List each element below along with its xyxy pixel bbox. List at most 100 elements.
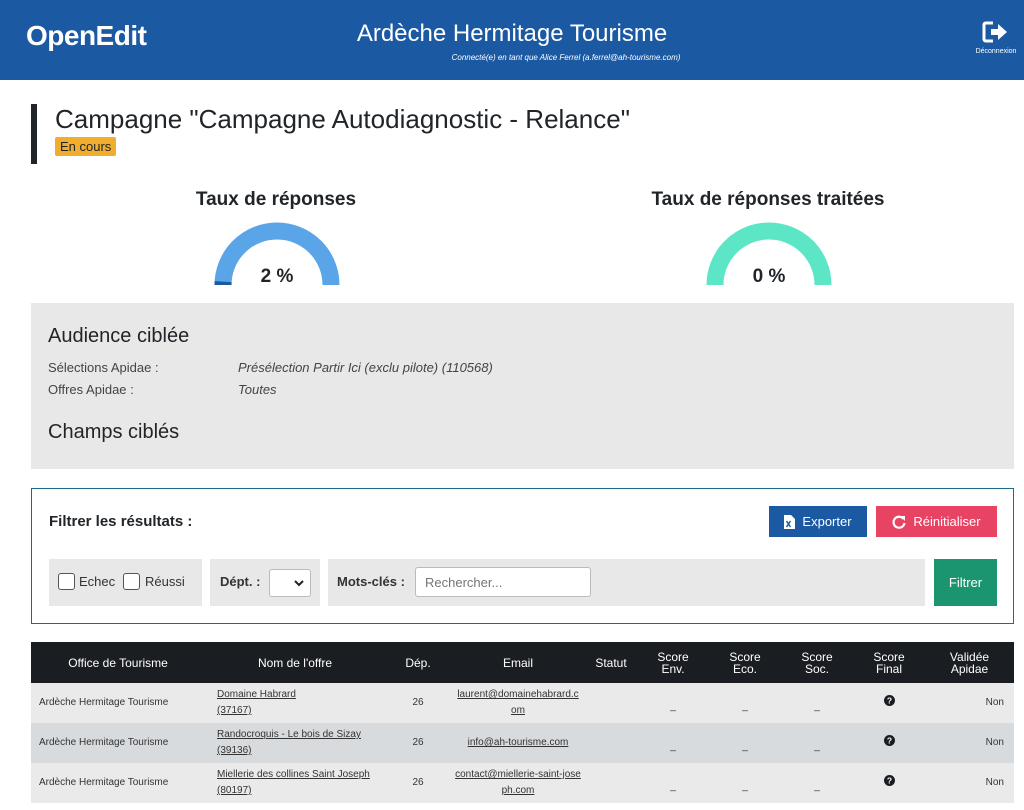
cell-dept: 26 — [385, 723, 451, 763]
selections-value: Présélection Partir Ici (exclu pilote) (… — [238, 360, 493, 375]
svg-text:?: ? — [886, 695, 891, 705]
email-link[interactable]: contact@miellerie-saint-joseph.com — [455, 769, 581, 796]
col-status[interactable]: Statut — [585, 642, 637, 683]
offer-link[interactable]: Miellerie des collines Saint Joseph (8019… — [217, 769, 370, 796]
cell-score-eco: _ — [709, 683, 781, 723]
cell-validated: Non — [925, 723, 1014, 763]
export-button[interactable]: Exporter — [769, 506, 867, 537]
excel-icon — [784, 514, 796, 529]
results-table: Office de Tourisme Nom de l'offre Dép. E… — [31, 642, 1014, 803]
cell-score-soc: _ — [781, 683, 853, 723]
filter-panel: Filtrer les résultats : Exporter Réiniti… — [31, 488, 1014, 624]
gauge-title-processed: Taux de réponses traitées — [651, 189, 885, 210]
logout-label: Déconnexion — [975, 48, 1017, 55]
campaign-accent-bar — [31, 104, 37, 164]
cell-score-eco: _ — [709, 763, 781, 803]
svg-text:?: ? — [886, 735, 891, 745]
cell-status — [585, 763, 637, 803]
cell-email: laurent@domainehabrard.com — [451, 683, 585, 723]
col-score-eco[interactable]: Score Eco. — [709, 642, 781, 683]
cell-status — [585, 683, 637, 723]
question-circle-icon[interactable]: ? — [883, 774, 895, 786]
cell-office: Ardèche Hermitage Tourisme — [31, 723, 205, 763]
cell-score-final: ? — [853, 763, 925, 803]
cell-office: Ardèche Hermitage Tourisme — [31, 683, 205, 723]
question-circle-icon[interactable]: ? — [883, 694, 895, 706]
reset-button[interactable]: Réinitialiser — [876, 506, 997, 537]
status-badge: En cours — [55, 137, 117, 156]
filter-title: Filtrer les résultats : — [49, 513, 193, 530]
dept-filter-group: Dépt. : — [210, 559, 320, 606]
audience-heading: Audience ciblée — [48, 325, 190, 347]
col-office[interactable]: Office de Tourisme — [31, 642, 205, 683]
fields-heading: Champs ciblés — [48, 421, 180, 443]
question-circle-icon[interactable]: ? — [883, 734, 895, 746]
offer-name: Domaine Habrard — [217, 689, 296, 700]
logout-icon — [982, 21, 1007, 43]
cell-offer: Miellerie des collines Saint Joseph (8019… — [205, 763, 385, 803]
connected-user: Connecté(e) en tant que Alice Ferrel (a.… — [451, 53, 681, 62]
cell-score-env: _ — [637, 763, 709, 803]
col-validated[interactable]: Validée Apidae — [925, 642, 1014, 683]
status-filter-group: Echec Réussi — [49, 559, 202, 606]
offer-id: (39136) — [217, 745, 252, 756]
echec-label[interactable]: Echec — [79, 574, 115, 589]
offer-name: Randocroquis - Le bois de Sizay — [217, 729, 361, 740]
dept-select[interactable] — [269, 569, 311, 597]
cell-offer: Randocroquis - Le bois de Sizay (39136) — [205, 723, 385, 763]
offer-id: (80197) — [217, 785, 252, 796]
cell-validated: Non — [925, 763, 1014, 803]
col-offer[interactable]: Nom de l'offre — [205, 642, 385, 683]
table-row: Ardèche Hermitage Tourisme Randocroquis -… — [31, 723, 1014, 763]
offer-id: (37167) — [217, 705, 252, 716]
chevron-down-icon — [294, 580, 304, 587]
col-score-soc[interactable]: Score Soc. — [781, 642, 853, 683]
cell-score-soc: _ — [781, 723, 853, 763]
col-email[interactable]: Email — [451, 642, 585, 683]
cell-score-env: _ — [637, 683, 709, 723]
table-row: Ardèche Hermitage Tourisme Miellerie des … — [31, 763, 1014, 803]
cell-score-env: _ — [637, 723, 709, 763]
cell-score-final: ? — [853, 723, 925, 763]
reset-icon — [892, 515, 906, 529]
cell-score-eco: _ — [709, 723, 781, 763]
col-dept[interactable]: Dép. — [385, 642, 451, 683]
page-title: Campagne "Campagne Autodiagnostic - Rela… — [55, 104, 630, 134]
cell-dept: 26 — [385, 683, 451, 723]
search-input[interactable] — [415, 567, 591, 597]
audience-panel: Audience ciblée Sélections Apidae : Prés… — [31, 303, 1014, 469]
table-header: Office de Tourisme Nom de l'offre Dép. E… — [31, 642, 1014, 683]
top-bar: OpenEdit Ardèche Hermitage Tourisme Conn… — [0, 0, 1024, 80]
cell-status — [585, 723, 637, 763]
reussi-checkbox[interactable] — [123, 573, 140, 590]
logout-button[interactable]: Déconnexion — [974, 20, 1018, 55]
cell-email: info@ah-tourisme.com — [451, 723, 585, 763]
offers-value: Toutes — [238, 382, 277, 397]
table-row: Ardèche Hermitage Tourisme Domaine Habrar… — [31, 683, 1014, 723]
svg-text:?: ? — [886, 775, 891, 785]
org-title: Ardèche Hermitage Tourisme — [356, 20, 668, 47]
reset-label: Réinitialiser — [913, 514, 981, 529]
gauge-value-processed: 0 % — [752, 266, 786, 287]
col-score-env[interactable]: Score Env. — [637, 642, 709, 683]
filter-button[interactable]: Filtrer — [934, 559, 997, 606]
export-label: Exporter — [802, 514, 852, 529]
cell-score-final: ? — [853, 683, 925, 723]
cell-score-soc: _ — [781, 763, 853, 803]
keywords-label: Mots-clés : — [337, 574, 405, 589]
offer-link[interactable]: Domaine Habrard (37167) — [217, 689, 296, 716]
cell-dept: 26 — [385, 763, 451, 803]
dept-label: Dépt. : — [220, 574, 261, 589]
gauge-value-responses: 2 % — [260, 266, 294, 287]
reussi-label[interactable]: Réussi — [145, 574, 185, 589]
col-score-final[interactable]: Score Final — [853, 642, 925, 683]
offer-link[interactable]: Randocroquis - Le bois de Sizay (39136) — [217, 729, 361, 756]
gauge-title-responses: Taux de réponses — [195, 189, 357, 210]
cell-office: Ardèche Hermitage Tourisme — [31, 763, 205, 803]
email-link[interactable]: info@ah-tourisme.com — [468, 737, 569, 748]
echec-checkbox[interactable] — [58, 573, 75, 590]
cell-email: contact@miellerie-saint-joseph.com — [451, 763, 585, 803]
cell-offer: Domaine Habrard (37167) — [205, 683, 385, 723]
email-link[interactable]: laurent@domainehabrard.com — [457, 689, 578, 716]
cell-validated: Non — [925, 683, 1014, 723]
